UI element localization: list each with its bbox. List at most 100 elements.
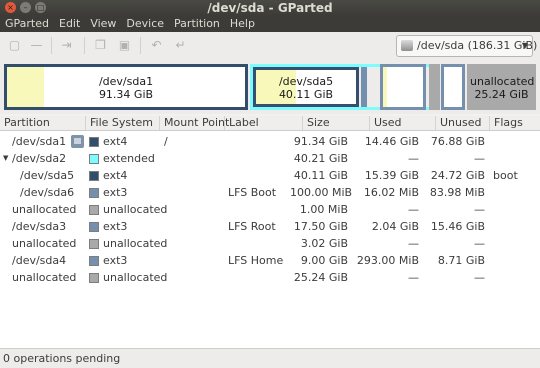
column-file-system[interactable]: File System	[86, 116, 160, 130]
map-unallocated-large[interactable]: unallocated 25.24 GiB	[467, 64, 536, 110]
cell-partition: unallocated	[12, 203, 77, 216]
map-sda5-name: /dev/sda5	[278, 75, 334, 88]
map-partition-sda5[interactable]: /dev/sda5 40.11 GiB	[253, 67, 359, 107]
menu-bar: GParted Edit View Device Partition Help	[0, 16, 540, 32]
map-partition-sda3[interactable]	[380, 64, 426, 110]
table-row[interactable]: /dev/sda6 ext3 LFS Boot 100.00 MiB 16.02…	[0, 184, 540, 201]
cell-fs: unallocated	[103, 237, 168, 250]
fs-color-swatch	[89, 171, 99, 181]
cell-size: 25.24 GiB	[293, 271, 348, 284]
toolbar-separator	[51, 37, 52, 54]
menu-device[interactable]: Device	[121, 16, 169, 32]
cell-partition: /dev/sda5	[20, 169, 75, 182]
chevron-down-icon: ▼	[521, 41, 528, 50]
cell-fs: ext3	[103, 186, 128, 199]
table-row[interactable]: /dev/sda3 ext3 LFS Root 17.50 GiB 2.04 G…	[0, 218, 540, 235]
table-header: Partition File System Mount Point Label …	[0, 116, 540, 131]
cell-used: 16.02 MiB	[363, 186, 419, 199]
device-selector[interactable]: /dev/sda (186.31 GiB) ▼	[396, 35, 537, 57]
title-bar: × – □ /dev/sda - GParted	[0, 0, 540, 16]
map-sda5-size: 40.11 GiB	[278, 88, 334, 101]
cell-unused: 24.72 GiB	[430, 169, 485, 182]
fs-color-swatch	[89, 188, 99, 198]
menu-edit[interactable]: Edit	[54, 16, 85, 32]
expander-arrow-icon[interactable]: ▼	[3, 150, 8, 167]
cell-unused: —	[474, 152, 485, 165]
table-row[interactable]: unallocated unallocated 3.02 GiB — —	[0, 235, 540, 252]
cell-used: 15.39 GiB	[364, 169, 419, 182]
cell-size: 40.11 GiB	[293, 169, 348, 182]
column-label[interactable]: Label	[225, 116, 303, 130]
cell-used: —	[408, 237, 419, 250]
map-unallocated-small[interactable]	[429, 64, 440, 110]
cell-partition: unallocated	[12, 237, 77, 250]
apply-icon[interactable]: ↵	[173, 38, 188, 53]
lock-icon	[71, 135, 84, 148]
map-unalloc-size: 25.24 GiB	[474, 88, 529, 101]
cell-unused: —	[474, 271, 485, 284]
cell-fs: extended	[103, 152, 155, 165]
cell-partition: unallocated	[12, 271, 77, 284]
window-title: /dev/sda - GParted	[207, 1, 333, 15]
column-size[interactable]: Size	[303, 116, 370, 130]
used-space-fill	[383, 67, 387, 107]
cell-unused: —	[474, 237, 485, 250]
fs-color-swatch	[89, 239, 99, 249]
delete-icon[interactable]: —	[29, 38, 44, 53]
cell-used: 14.46 GiB	[364, 135, 419, 148]
cell-unused: —	[474, 203, 485, 216]
menu-help[interactable]: Help	[225, 16, 260, 32]
table-row[interactable]: unallocated unallocated 1.00 MiB — —	[0, 201, 540, 218]
cell-used: —	[408, 271, 419, 284]
paste-icon[interactable]: ▣	[117, 38, 132, 53]
cell-used: —	[408, 152, 419, 165]
disk-icon	[401, 40, 413, 51]
fs-color-swatch	[89, 137, 99, 147]
table-row[interactable]: /dev/sda4 ext3 LFS Home 9.00 GiB 293.00 …	[0, 252, 540, 269]
undo-icon[interactable]: ↶	[149, 38, 164, 53]
table-row[interactable]: /dev/sda5 ext4 40.11 GiB 15.39 GiB 24.72…	[0, 167, 540, 184]
column-flags[interactable]: Flags	[490, 116, 540, 130]
toolbar-separator	[84, 37, 85, 54]
cell-fs: ext3	[103, 254, 128, 267]
partition-table: Partition File System Mount Point Label …	[0, 116, 540, 348]
disk-map: /dev/sda1 91.34 GiB /dev/sda5 40.11 GiB …	[0, 60, 540, 114]
status-text: 0 operations pending	[3, 352, 121, 365]
menu-partition[interactable]: Partition	[169, 16, 225, 32]
column-partition[interactable]: Partition	[0, 116, 86, 130]
fs-color-swatch	[89, 154, 99, 164]
fs-color-swatch	[89, 273, 99, 283]
cell-size: 1.00 MiB	[299, 203, 348, 216]
status-bar: 0 operations pending	[0, 348, 540, 368]
cell-fs: unallocated	[103, 203, 168, 216]
column-mount-point[interactable]: Mount Point	[160, 116, 229, 130]
cell-partition: /dev/sda2	[12, 152, 67, 165]
cell-fs: unallocated	[103, 271, 168, 284]
map-partition-sda4[interactable]	[441, 64, 465, 110]
column-unused[interactable]: Unused	[436, 116, 490, 130]
fs-color-swatch	[89, 205, 99, 215]
cell-size: 91.34 GiB	[293, 135, 348, 148]
table-row[interactable]: /dev/sda1 ext4 / 91.34 GiB 14.46 GiB 76.…	[0, 133, 540, 150]
copy-icon[interactable]: ❐	[93, 38, 108, 53]
map-partition-sda1[interactable]: /dev/sda1 91.34 GiB	[4, 64, 248, 110]
cell-used: 2.04 GiB	[371, 220, 419, 233]
table-row[interactable]: ▼ /dev/sda2 extended 40.21 GiB — —	[0, 150, 540, 167]
cell-fs: ext4	[103, 135, 128, 148]
map-unalloc-name: unallocated	[470, 75, 535, 88]
cell-used: —	[408, 203, 419, 216]
map-partition-sda6[interactable]	[361, 67, 367, 107]
table-row[interactable]: unallocated unallocated 25.24 GiB — —	[0, 269, 540, 286]
menu-gparted[interactable]: GParted	[0, 16, 54, 32]
cell-mount: /	[164, 135, 168, 148]
cell-unused: 83.98 MiB	[429, 186, 485, 199]
new-icon[interactable]: ▢	[7, 38, 22, 53]
menu-view[interactable]: View	[85, 16, 121, 32]
toolbar-separator	[140, 37, 141, 54]
cell-label: LFS Home	[228, 254, 284, 267]
resize-move-icon[interactable]: ⇥	[59, 38, 74, 53]
cell-flags: boot	[493, 169, 518, 182]
cell-unused: 15.46 GiB	[430, 220, 485, 233]
column-used[interactable]: Used	[370, 116, 436, 130]
cell-unused: 8.71 GiB	[437, 254, 485, 267]
